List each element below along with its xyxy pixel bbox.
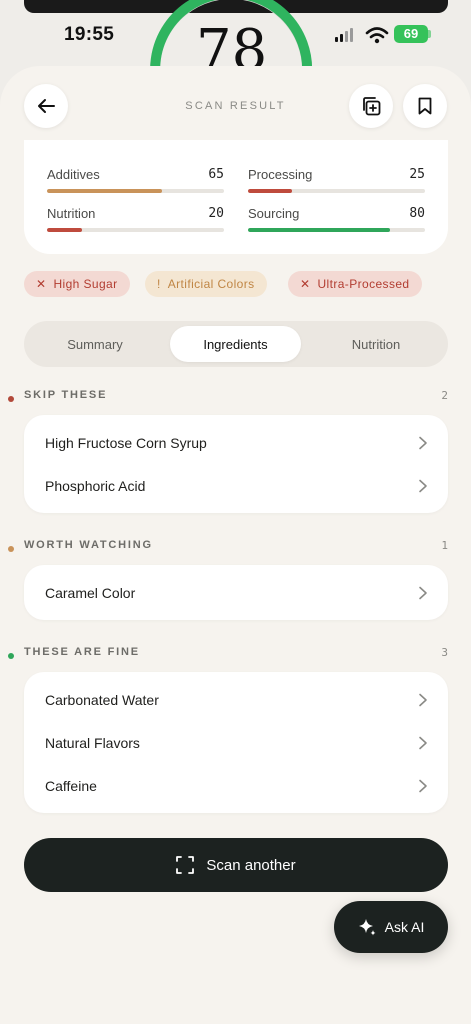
ingredient-list-fine: Carbonated Water Natural Flavors Caffein… [24, 672, 448, 813]
metric-label: Processing [248, 167, 313, 182]
chevron-right-icon [419, 779, 427, 792]
metric-processing: Processing 25 [248, 167, 425, 193]
metric-sourcing: Sourcing 80 [248, 206, 425, 232]
metric-bar-fill [47, 189, 163, 193]
tag-label: Ultra-Processed [317, 277, 410, 291]
chevron-right-icon [419, 586, 427, 599]
chevron-right-icon [419, 736, 427, 749]
metric-bar-track [47, 189, 224, 193]
x-icon: ✕ [300, 277, 311, 291]
section-title: WORTH WATCHING [24, 539, 153, 551]
section-count: 3 [441, 646, 448, 659]
metric-bar-track [248, 228, 425, 232]
section-dot-watch [8, 546, 14, 552]
ingredient-list-skip: High Fructose Corn Syrup Phosphoric Acid [24, 415, 448, 513]
metric-value: 80 [409, 206, 425, 221]
ask-ai-button[interactable]: Ask AI [334, 901, 448, 953]
tab-summary[interactable]: Summary [29, 326, 161, 362]
battery-indicator: 69 [394, 25, 428, 43]
chevron-right-icon [419, 693, 427, 706]
section-header-skip: SKIP THESE 2 [24, 389, 448, 402]
ingredient-row[interactable]: Phosphoric Acid [24, 464, 448, 507]
scan-frame-icon [176, 856, 195, 874]
ingredient-name: Natural Flavors [45, 734, 140, 751]
tag-label: Artificial Colors [167, 277, 255, 291]
bookmark-icon [418, 97, 432, 115]
chevron-right-icon [419, 479, 427, 492]
ingredient-name: Caramel Color [45, 584, 136, 601]
tab-ingredients[interactable]: Ingredients [170, 326, 301, 362]
page-title: SCAN RESULT [185, 100, 286, 112]
compare-button[interactable] [349, 84, 393, 128]
metric-additives: Additives 65 [47, 167, 224, 193]
status-time: 19:55 [64, 24, 115, 45]
metric-bar-track [47, 228, 224, 232]
ingredient-name: Phosphoric Acid [45, 477, 146, 494]
scan-another-label: Scan another [206, 856, 296, 874]
section-count: 2 [441, 389, 448, 402]
tab-nutrition[interactable]: Nutrition [310, 326, 442, 362]
metric-bar-fill [248, 228, 390, 232]
metric-bar-fill [248, 189, 293, 193]
bookmark-button[interactable] [403, 84, 447, 128]
metric-value: 20 [208, 206, 224, 221]
ingredient-row[interactable]: Carbonated Water [24, 678, 448, 721]
ingredient-list-watch: Caramel Color [24, 565, 448, 620]
metric-bar-fill [47, 228, 83, 232]
signal-icon [335, 28, 353, 42]
ingredient-name: Carbonated Water [45, 691, 159, 708]
scan-another-button[interactable]: Scan another [24, 838, 448, 892]
ingredient-row[interactable]: High Fructose Corn Syrup [24, 421, 448, 464]
x-icon: ✕ [36, 277, 47, 291]
section-dot-skip [8, 396, 14, 402]
metric-nutrition: Nutrition 20 [47, 206, 224, 232]
tag-artificial-colors[interactable]: ! Artificial Colors [145, 271, 267, 297]
detail-tabs: Summary Ingredients Nutrition [24, 321, 448, 367]
ask-ai-label: Ask AI [384, 919, 425, 935]
ingredient-row[interactable]: Natural Flavors [24, 721, 448, 764]
ingredient-name: Caffeine [45, 777, 97, 794]
tag-ultra-processed[interactable]: ✕ Ultra-Processed [288, 271, 422, 297]
metric-value: 25 [409, 167, 425, 182]
section-header-watch: WORTH WATCHING 1 [24, 539, 448, 552]
warning-icon: ! [157, 277, 161, 291]
section-title: THESE ARE FINE [24, 646, 140, 658]
ingredient-row[interactable]: Caramel Color [24, 571, 448, 614]
chevron-right-icon [419, 436, 427, 449]
metric-label: Sourcing [248, 206, 300, 221]
tag-high-sugar[interactable]: ✕ High Sugar [24, 271, 130, 297]
section-header-fine: THESE ARE FINE 3 [24, 646, 448, 659]
score-breakdown-card: Additives 65 Processing 25 Nutrition 20 … [24, 140, 448, 254]
metric-label: Additives [47, 167, 100, 182]
ingredient-name: High Fructose Corn Syrup [45, 434, 207, 451]
add-copy-icon [363, 97, 381, 116]
metric-value: 65 [208, 167, 224, 182]
tag-label: High Sugar [53, 277, 118, 291]
section-title: SKIP THESE [24, 389, 108, 401]
section-dot-fine [8, 653, 14, 659]
battery-tip [428, 30, 431, 38]
metric-label: Nutrition [47, 206, 96, 221]
sparkle-icon [358, 918, 376, 936]
metric-bar-track [248, 189, 425, 193]
section-count: 1 [441, 539, 448, 552]
wifi-icon [365, 27, 389, 44]
ingredient-row[interactable]: Caffeine [24, 764, 448, 807]
